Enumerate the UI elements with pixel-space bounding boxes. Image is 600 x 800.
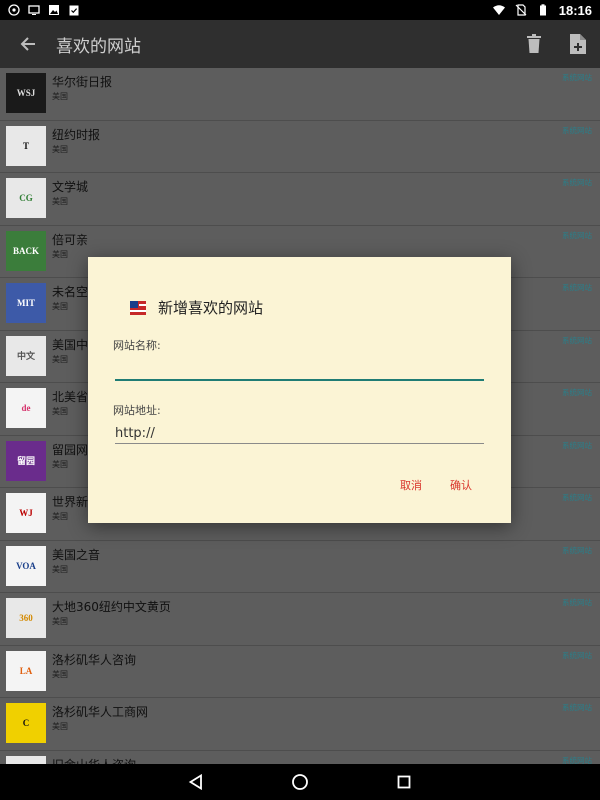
website-url-input[interactable] bbox=[115, 424, 484, 444]
app-notification-icon bbox=[8, 4, 20, 16]
monitor-icon bbox=[28, 5, 40, 15]
battery-icon bbox=[539, 4, 546, 16]
website-name-input[interactable] bbox=[115, 359, 484, 381]
confirm-button[interactable]: 确认 bbox=[450, 477, 472, 493]
cancel-button[interactable]: 取消 bbox=[400, 477, 422, 493]
status-bar: 18:16 bbox=[0, 0, 600, 20]
image-icon bbox=[49, 5, 59, 15]
dialog-header: 新增喜欢的网站 bbox=[130, 297, 263, 318]
page-title: 喜欢的网站 bbox=[56, 36, 141, 57]
status-time: 18:16 bbox=[558, 2, 592, 18]
status-notifications bbox=[8, 4, 80, 16]
back-button[interactable] bbox=[0, 20, 56, 68]
website-name-label: 网站名称: bbox=[113, 339, 161, 352]
circle-home-icon bbox=[292, 774, 308, 790]
delete-button[interactable] bbox=[512, 20, 556, 68]
file-plus-icon bbox=[570, 34, 586, 54]
system-nav-bar bbox=[0, 764, 600, 800]
dialog-title: 新增喜欢的网站 bbox=[158, 299, 264, 317]
square-recents-icon bbox=[397, 775, 411, 789]
wifi-icon bbox=[492, 5, 505, 15]
nav-back-button[interactable] bbox=[184, 770, 208, 794]
status-system: 18:16 bbox=[492, 2, 592, 18]
nav-home-button[interactable] bbox=[288, 770, 312, 794]
add-website-dialog: 新增喜欢的网站 网站名称: 网站地址: 取消 确认 bbox=[88, 257, 511, 523]
no-sim-icon bbox=[515, 4, 527, 16]
triangle-back-icon bbox=[188, 774, 202, 790]
add-website-button[interactable] bbox=[556, 20, 600, 68]
app-actions bbox=[512, 20, 600, 68]
flag-icon bbox=[130, 300, 146, 315]
trash-icon bbox=[527, 34, 541, 53]
website-url-label: 网站地址: bbox=[113, 404, 161, 417]
nav-recents-button[interactable] bbox=[392, 770, 416, 794]
arrow-left-icon bbox=[20, 37, 35, 51]
clipboard-check-icon bbox=[69, 5, 79, 16]
app-bar: 喜欢的网站 bbox=[0, 20, 600, 68]
